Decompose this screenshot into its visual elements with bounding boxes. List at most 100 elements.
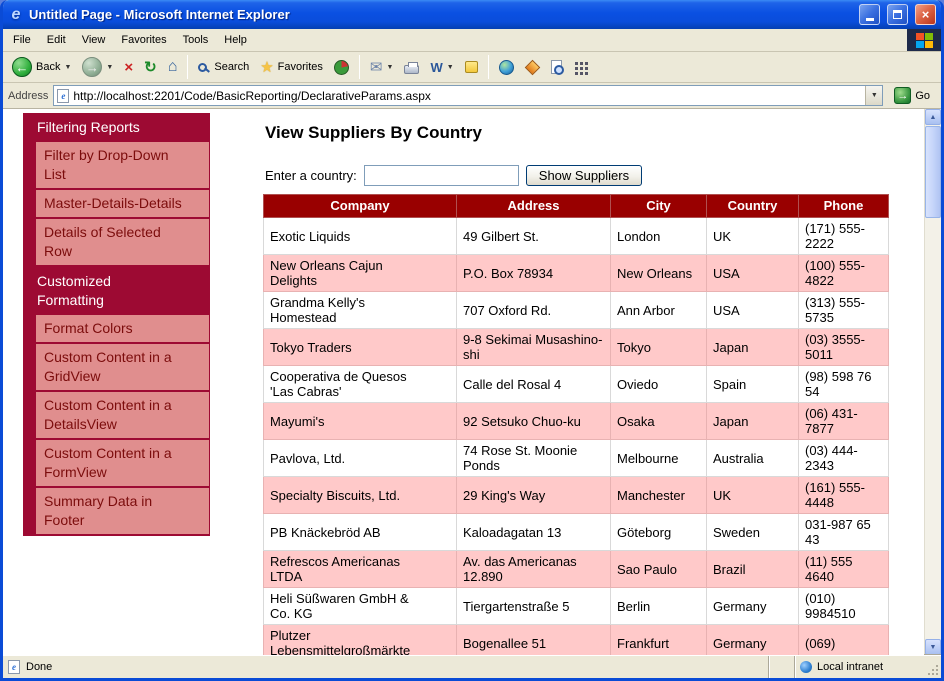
vertical-scrollbar[interactable]: ▲ ▼ — [924, 109, 941, 655]
edit-with-word-button[interactable]: W ▼ — [425, 58, 458, 77]
ie-page-icon: e — [57, 89, 69, 103]
table-row: Exotic Liquids 49 Gilbert St. London UK … — [264, 218, 889, 255]
cell-city: New Orleans — [611, 255, 707, 292]
addon-grid-button[interactable] — [568, 58, 595, 77]
sidebar-section-header: Filtering Reports — [23, 113, 210, 142]
cell-phone: (010) 9984510 — [799, 588, 889, 625]
search-button[interactable]: Search — [193, 59, 254, 75]
maximize-button[interactable] — [887, 4, 908, 25]
browser-viewport: Filtering Reports Filter by Drop-Down Li… — [3, 109, 941, 655]
forward-button[interactable]: → ▼ — [77, 55, 118, 79]
status-left: e Done — [3, 660, 768, 674]
cell-city: Oviedo — [611, 366, 707, 403]
sidebar-item[interactable]: Custom Content in a FormView — [36, 440, 209, 488]
scroll-up-button[interactable]: ▲ — [925, 109, 941, 125]
minimize-icon — [866, 18, 874, 21]
print-button[interactable] — [399, 59, 424, 76]
sidebar-item[interactable]: Custom Content in a GridView — [36, 344, 209, 392]
favorites-star-icon: ★ — [260, 60, 273, 75]
cell-phone: (98) 598 76 54 — [799, 366, 889, 403]
flash-icon — [524, 59, 540, 75]
sidebar-item[interactable]: Filter by Drop-Down List — [36, 142, 209, 190]
country-input[interactable] — [364, 165, 519, 186]
table-header-row: CompanyAddressCityCountryPhone — [264, 195, 889, 218]
sidebar-item[interactable]: Format Colors — [36, 315, 209, 344]
addon-research-button[interactable] — [546, 58, 567, 76]
cell-country: USA — [707, 255, 799, 292]
mail-button[interactable]: ✉ ▼ — [365, 58, 399, 77]
cell-city: Tokyo — [611, 329, 707, 366]
cell-company: New Orleans Cajun Delights — [264, 255, 457, 292]
status-pane-empty — [768, 656, 794, 678]
menu-item[interactable]: Favorites — [113, 29, 174, 51]
cell-phone: (100) 555-4822 — [799, 255, 889, 292]
title-bar[interactable]: e Untitled Page - Microsoft Internet Exp… — [3, 0, 941, 29]
home-icon: ⌂ — [168, 59, 178, 75]
search-icon — [198, 63, 207, 72]
resize-grip[interactable] — [926, 656, 941, 678]
cell-phone: (069) — [799, 625, 889, 656]
sidebar-item[interactable]: Details of Selected Row — [36, 219, 209, 267]
favorites-button[interactable]: ★ Favorites — [255, 58, 328, 77]
addon-flash-button[interactable] — [520, 58, 545, 77]
sidebar-item[interactable]: Summary Data in Footer — [36, 488, 209, 536]
table-row: Refrescos Americanas LTDA Av. das Americ… — [264, 551, 889, 588]
back-button[interactable]: ← Back ▼ — [7, 55, 76, 79]
ie-logo-icon: e — [8, 6, 24, 24]
cell-address: 92 Setsuko Chuo-ku — [457, 403, 611, 440]
status-text: Done — [26, 661, 52, 673]
discuss-button[interactable] — [460, 59, 483, 75]
cell-city: Berlin — [611, 588, 707, 625]
refresh-button[interactable]: ↻ — [139, 58, 162, 77]
zone-label: Local intranet — [817, 661, 883, 673]
status-page-icon: e — [8, 660, 20, 674]
sidebar-item[interactable]: Custom Content in a DetailsView — [36, 392, 209, 440]
status-bar: e Done Local intranet — [3, 655, 941, 678]
go-button[interactable]: → Go — [888, 87, 936, 104]
menu-bar: FileEditViewFavoritesToolsHelp — [3, 29, 941, 52]
search-label: Search — [214, 61, 249, 73]
cell-country: Australia — [707, 440, 799, 477]
cell-address: Bogenallee 51 — [457, 625, 611, 656]
history-button[interactable] — [329, 58, 354, 77]
address-input[interactable] — [69, 87, 865, 104]
sidebar-section-header: Customized Formatting — [23, 267, 210, 315]
menu-item[interactable]: Help — [216, 29, 255, 51]
cell-address: Av. das Americanas 12.890 — [457, 551, 611, 588]
scroll-down-button[interactable]: ▼ — [925, 639, 941, 655]
cell-phone: (161) 555-4448 — [799, 477, 889, 514]
address-label: Address — [8, 90, 48, 102]
sidebar-items: Filter by Drop-Down ListMaster-Details-D… — [23, 142, 210, 267]
sidebar-item[interactable]: Master-Details-Details — [36, 190, 209, 219]
cell-city: London — [611, 218, 707, 255]
cell-phone: (11) 555 4640 — [799, 551, 889, 588]
table-row: Cooperativa de Quesos 'Las Cabras' Calle… — [264, 366, 889, 403]
close-button[interactable]: × — [915, 4, 936, 25]
minimize-button[interactable] — [859, 4, 880, 25]
home-button[interactable]: ⌂ — [163, 57, 183, 77]
forward-dropdown-icon[interactable]: ▼ — [106, 64, 113, 71]
cell-company: Mayumi's — [264, 403, 457, 440]
mail-dropdown-icon[interactable]: ▼ — [387, 64, 394, 71]
edit-dropdown-icon[interactable]: ▼ — [447, 64, 454, 71]
scrollbar-track[interactable] — [925, 219, 941, 639]
menu-item[interactable]: File — [5, 29, 39, 51]
history-icon — [334, 60, 349, 75]
suppliers-table: CompanyAddressCityCountryPhone Exotic Li… — [263, 194, 889, 655]
back-dropdown-icon[interactable]: ▼ — [64, 64, 71, 71]
menu-item[interactable]: Edit — [39, 29, 74, 51]
menu-item[interactable]: View — [74, 29, 114, 51]
show-suppliers-button[interactable]: Show Suppliers — [526, 165, 642, 186]
stop-button[interactable]: × — [119, 58, 138, 77]
refresh-icon: ↻ — [144, 60, 157, 75]
cell-city: Osaka — [611, 403, 707, 440]
address-dropdown-button[interactable]: ▼ — [865, 86, 882, 105]
scrollbar-thumb[interactable] — [925, 126, 941, 218]
address-input-box[interactable]: e ▼ — [53, 85, 883, 106]
cell-company: Tokyo Traders — [264, 329, 457, 366]
addon-globe-button[interactable] — [494, 58, 519, 77]
cell-address: 9-8 Sekimai Musashino-shi — [457, 329, 611, 366]
table-header-cell: Company — [264, 195, 457, 218]
table-header-cell: Phone — [799, 195, 889, 218]
menu-item[interactable]: Tools — [175, 29, 217, 51]
